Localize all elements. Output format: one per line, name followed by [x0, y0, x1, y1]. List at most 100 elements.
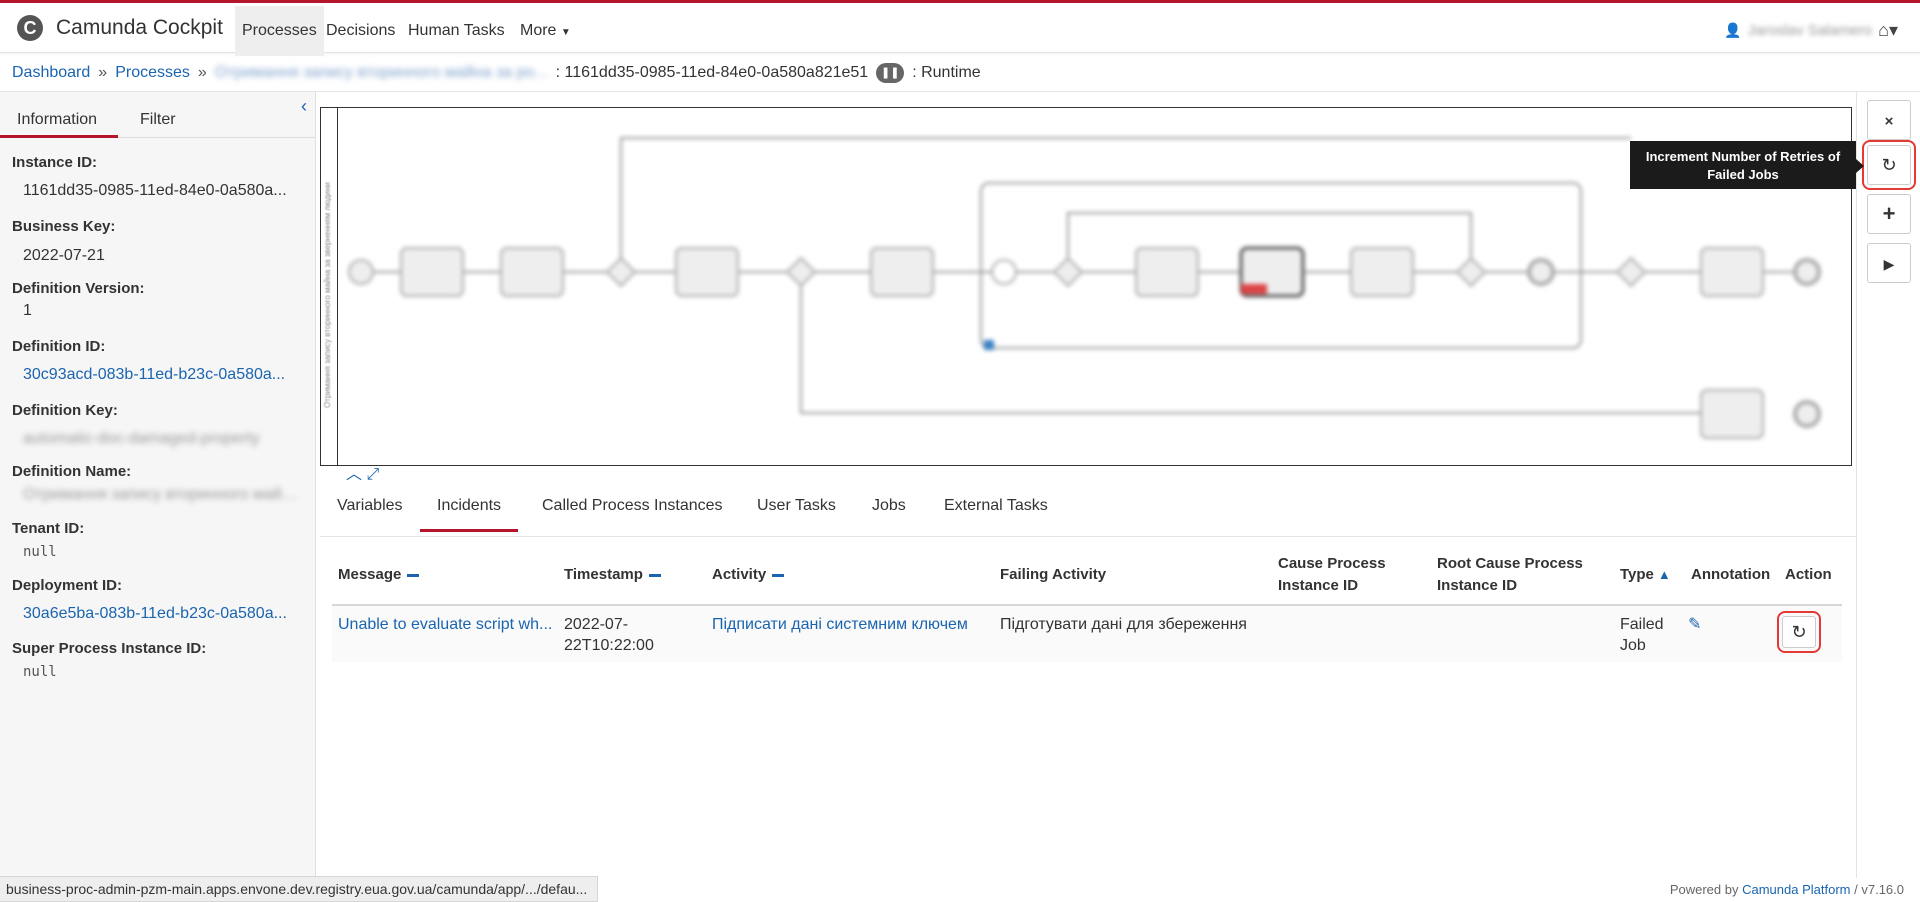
business-key-label: Business Key: — [12, 218, 116, 235]
tab-variables[interactable]: Variables — [320, 486, 420, 532]
definition-id-label: Definition ID: — [12, 338, 106, 355]
tab-called-process-instances[interactable]: Called Process Instances — [525, 486, 740, 532]
incident-type-line2: Job — [1620, 637, 1646, 654]
refresh-icon: ↻ — [1881, 155, 1897, 175]
incident-activity-link[interactable]: Підписати дані системним ключем — [712, 614, 968, 635]
deployment-id-link[interactable]: 30a6e5ba-083b-11ed-b23c-0a580a... — [23, 605, 303, 623]
increment-retries-button[interactable]: ↻ — [1862, 140, 1916, 190]
instance-id-value: 1161dd35-0985-11ed-84e0-0a580a... — [23, 182, 287, 199]
bpmn-diagram-canvas — [348, 137, 1821, 439]
definition-name-value: Отримання запису вторинного майна... — [23, 486, 303, 503]
definition-id-link[interactable]: 30c93acd-083b-11ed-b23c-0a580a... — [23, 366, 303, 384]
camunda-platform-link[interactable]: Camunda Platform — [1742, 882, 1850, 897]
home-icon[interactable]: ⌂▾ — [1878, 20, 1898, 41]
caret-down-icon: ▼ — [560, 27, 571, 38]
tab-external-tasks[interactable]: External Tasks — [927, 486, 1065, 532]
modify-instance-button[interactable]: ▶ — [1867, 243, 1911, 283]
tenant-id-value: null — [23, 544, 57, 560]
tab-jobs[interactable]: Jobs — [855, 486, 923, 532]
camunda-logo-icon[interactable]: C — [17, 15, 43, 41]
definition-key-label: Definition Key: — [12, 402, 118, 419]
powered-by-prefix: Powered by — [1669, 882, 1739, 897]
breadcrumb-instance-id: : 1161dd35-0985-11ed-84e0-0a580a821e51 — [555, 63, 869, 81]
version-label: / v7.16.0 — [1854, 882, 1904, 897]
incident-timestamp-line2: 22T10:22:00 — [564, 637, 654, 654]
nav-human-tasks[interactable]: Human Tasks — [401, 6, 512, 56]
sort-none-icon — [772, 573, 785, 577]
breadcrumb-dashboard[interactable]: Dashboard — [12, 64, 90, 82]
breadcrumb: Dashboard » Processes » Отримання запису… — [0, 54, 1920, 92]
column-failing-activity: Failing Activity — [1000, 566, 1107, 583]
column-timestamp[interactable]: Timestamp — [564, 564, 661, 586]
breadcrumb-processes[interactable]: Processes — [115, 64, 190, 82]
super-process-instance-id-value: null — [23, 664, 57, 680]
tab-information[interactable]: Information — [0, 108, 118, 138]
cancel-instance-button[interactable]: × — [1867, 100, 1911, 140]
column-message-label: Message — [338, 566, 402, 583]
retries-tooltip: Increment Number of Retries of Failed Jo… — [1630, 141, 1864, 189]
diagram-tools: ︿ ⤢ — [346, 460, 379, 484]
instance-action-bar: × ↻ + ▶ — [1856, 92, 1920, 878]
incident-timestamp-line1: 2022-07- — [564, 616, 629, 633]
app-title[interactable]: Camunda Cockpit — [56, 16, 223, 40]
nav-more[interactable]: More ▼ — [513, 6, 578, 56]
sort-none-icon — [407, 573, 420, 577]
column-type-label: Type — [1620, 566, 1654, 583]
retry-incident-button[interactable]: ↻ — [1777, 611, 1821, 653]
column-timestamp-label: Timestamp — [564, 566, 643, 583]
suspended-pause-icon: ❚❚ — [876, 62, 905, 83]
tab-filter[interactable]: Filter — [140, 108, 176, 138]
user-icon: 👤 — [1724, 21, 1742, 38]
column-annotation: Annotation — [1691, 566, 1771, 583]
column-activity-label: Activity — [712, 566, 767, 583]
business-key-value: 2022-07-21 — [23, 247, 105, 264]
column-message[interactable]: Message — [338, 564, 420, 586]
incident-type: Failed Job — [1620, 614, 1664, 656]
powered-by: Powered by Camunda Platform / v7.16.0 — [1670, 882, 1904, 897]
incident-failing-activity: Підготувати дані для збереження — [1000, 616, 1247, 633]
user-name: Jaroslav Salamero — [1747, 21, 1872, 39]
column-activity[interactable]: Activity — [712, 564, 785, 586]
column-type[interactable]: Type ▲ — [1620, 564, 1671, 586]
nav-more-label: More — [520, 22, 557, 39]
sidebar-tabs: Information Filter — [0, 108, 316, 138]
plus-icon: + — [1882, 201, 1896, 226]
tenant-id-label: Tenant ID: — [12, 520, 85, 537]
breadcrumb-separator: » — [98, 63, 108, 81]
pencil-icon[interactable]: ✎ — [1688, 614, 1701, 634]
incident-timestamp: 2022-07- 22T10:22:00 — [564, 614, 654, 656]
incident-message-link[interactable]: Unable to evaluate script wh... — [338, 614, 560, 635]
column-root-cause-process-instance-id: Root Cause Process Instance ID — [1437, 555, 1583, 594]
play-icon: ▶ — [1883, 256, 1895, 272]
status-bar-url: business-proc-admin-pzm-main.apps.envone… — [0, 876, 599, 902]
definition-name-label: Definition Name: — [12, 463, 132, 480]
tab-user-tasks[interactable]: User Tasks — [740, 486, 853, 532]
definition-version-value: 1 — [23, 302, 32, 319]
column-cause-process-instance-id: Cause Process Instance ID — [1278, 555, 1386, 594]
sort-asc-icon: ▲ — [1657, 567, 1671, 582]
sort-none-icon — [648, 573, 661, 577]
definition-version-label: Definition Version: — [12, 280, 145, 297]
tab-incidents[interactable]: Incidents — [420, 486, 519, 532]
bpmn-diagram[interactable]: Отримання запису вторинного майна за зве… — [320, 107, 1852, 466]
nav-decisions[interactable]: Decisions — [319, 6, 402, 56]
info-sidebar: ‹ Information Filter Instance ID: 1161dd… — [0, 92, 316, 878]
instance-id-label: Instance ID: — [12, 154, 98, 171]
super-process-instance-id-label: Super Process Instance ID: — [12, 640, 207, 657]
deployment-id-label: Deployment ID: — [12, 577, 123, 594]
breadcrumb-separator: » — [197, 63, 207, 81]
nav-processes[interactable]: Processes — [235, 6, 324, 56]
definition-key-value: automatic-doc-damaged-property — [23, 430, 260, 447]
refresh-icon: ↻ — [1791, 622, 1807, 642]
top-navbar: C Camunda Cockpit Processes Decisions Hu… — [0, 0, 1920, 56]
column-action: Action — [1785, 566, 1832, 583]
user-menu[interactable]: 👤 Jaroslav Salamero — [1724, 21, 1872, 39]
expand-diagram-icon[interactable]: ⤢ — [366, 466, 379, 483]
collapse-diagram-icon[interactable]: ︿ — [346, 466, 362, 483]
close-icon: × — [1884, 113, 1894, 130]
add-variable-button[interactable]: + — [1867, 194, 1911, 234]
breadcrumb-process-name[interactable]: Отримання запису вторинного майна за ро.… — [215, 64, 548, 82]
breadcrumb-runtime: : Runtime — [912, 63, 981, 81]
instance-tabs: Variables Incidents Called Process Insta… — [320, 486, 1856, 537]
incident-type-line1: Failed — [1620, 616, 1664, 633]
